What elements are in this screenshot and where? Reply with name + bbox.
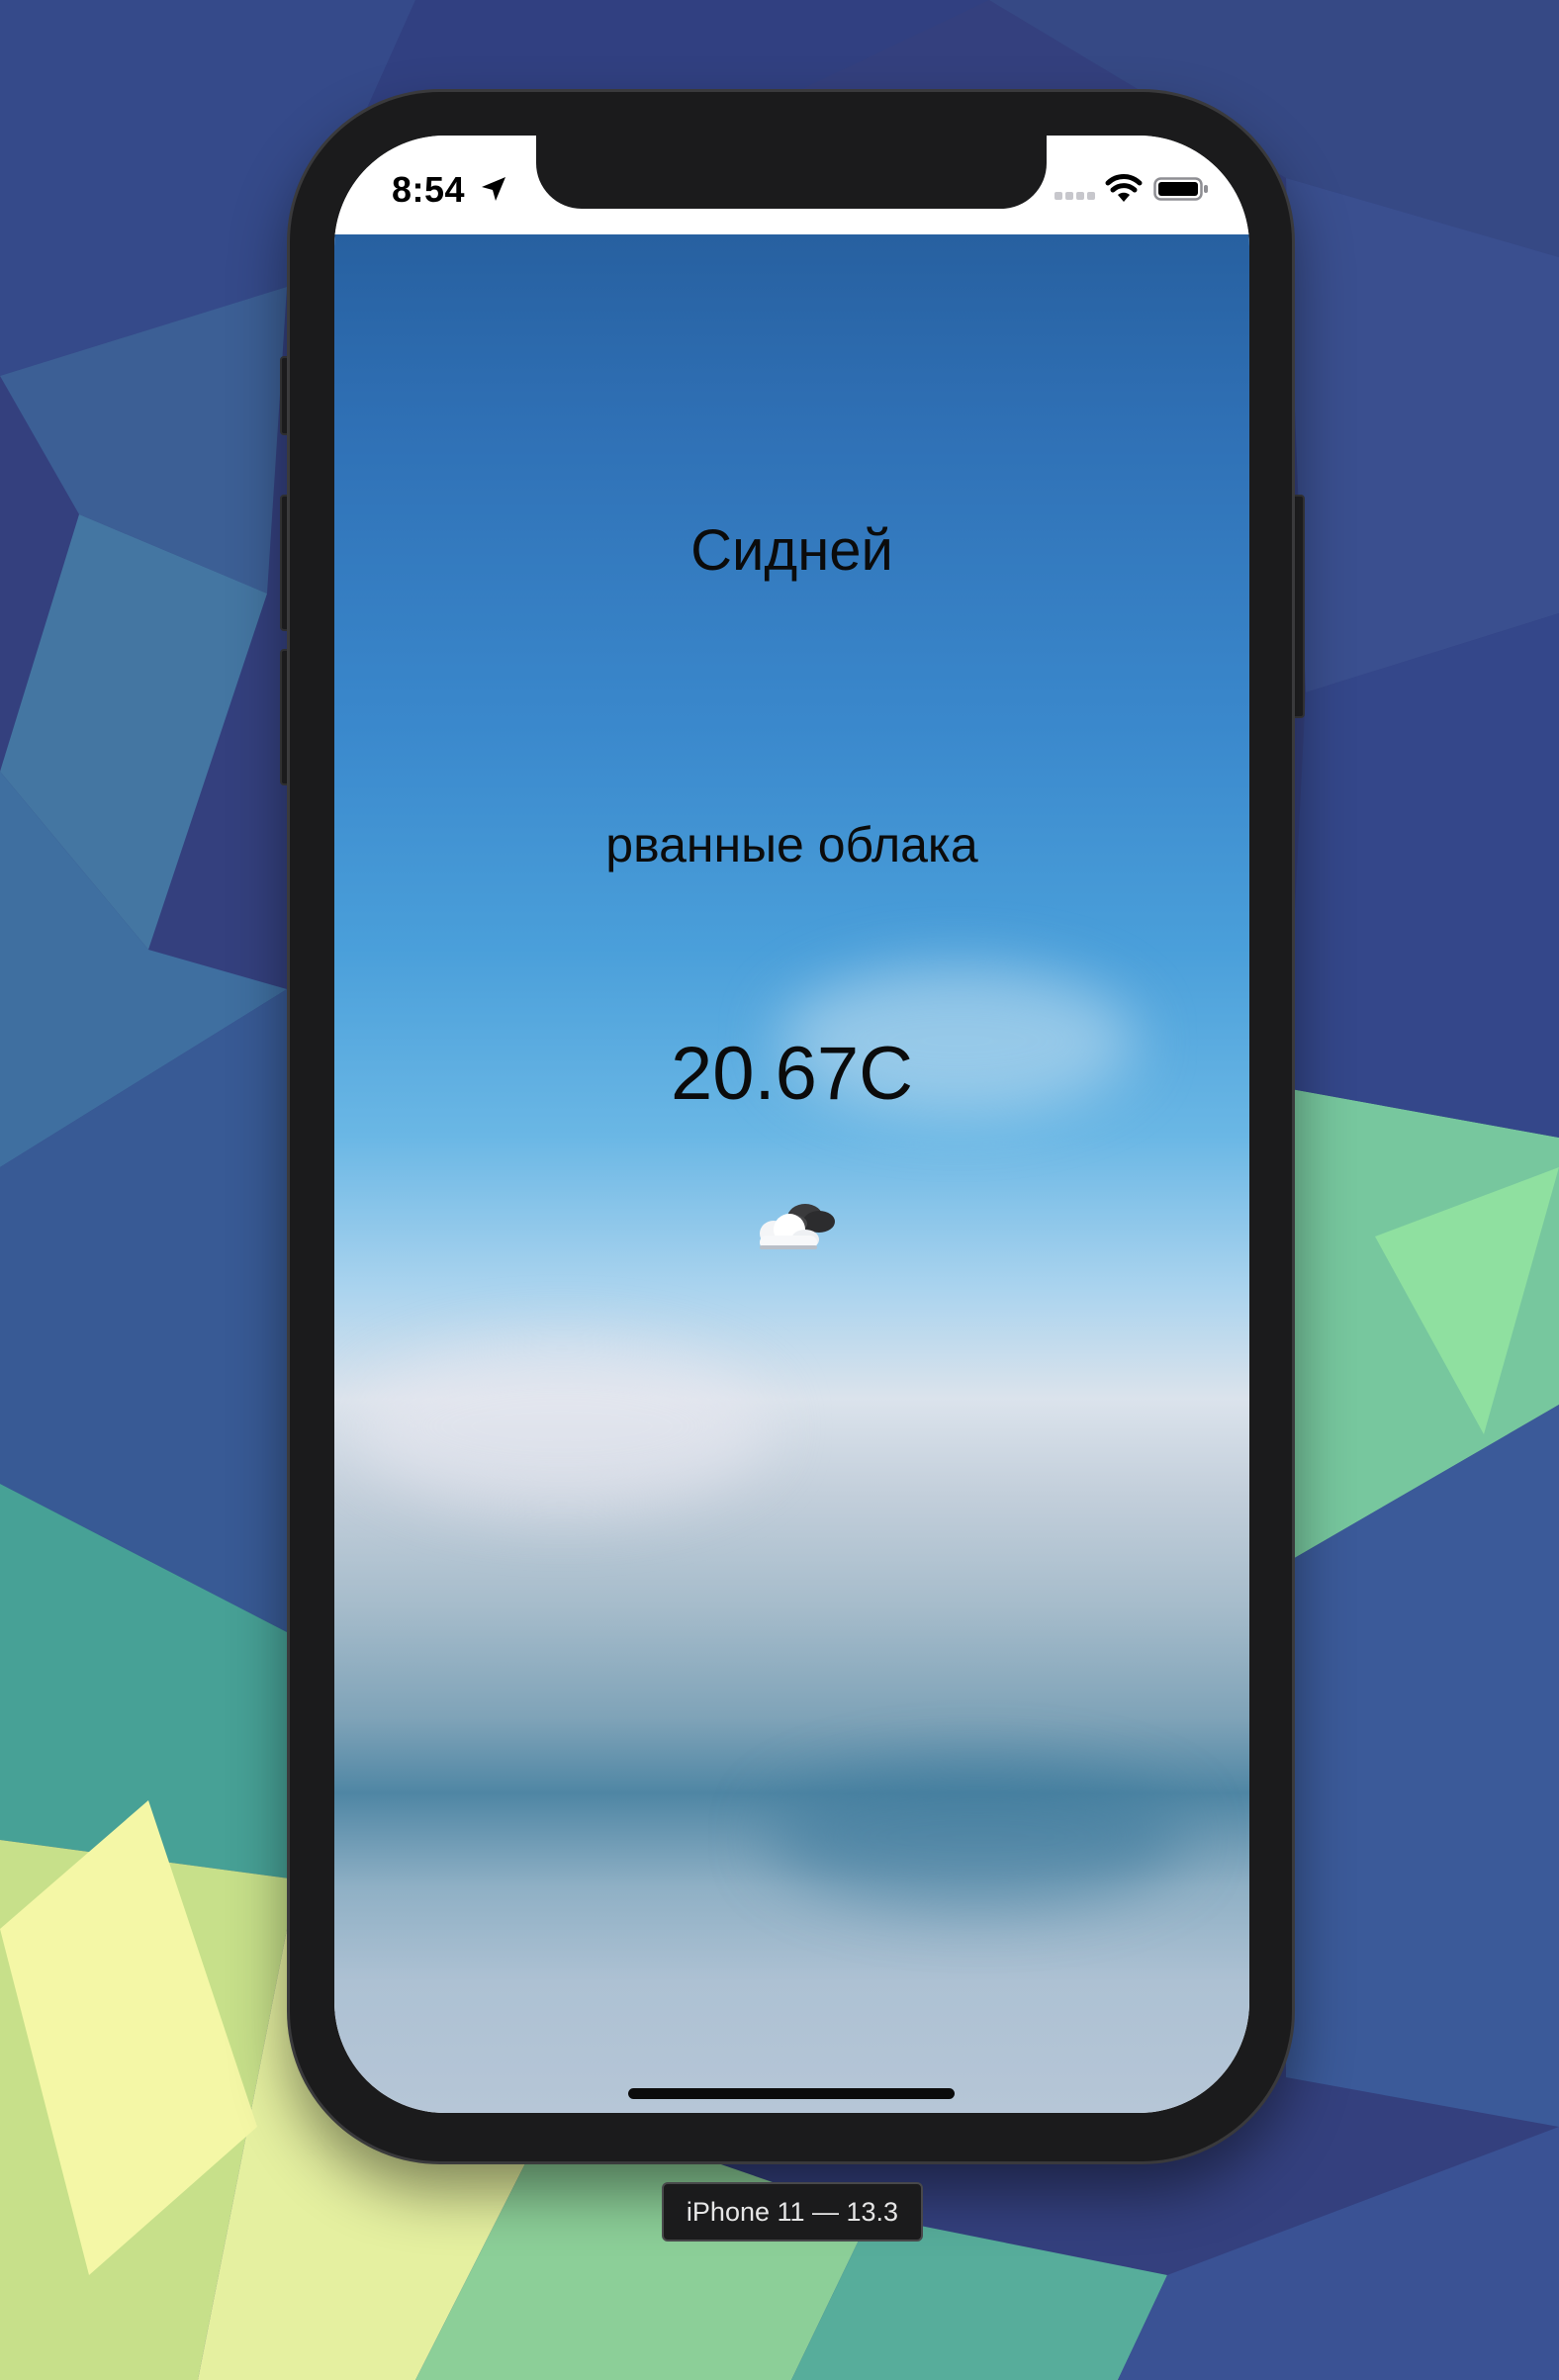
- weather-description: рванные облака: [605, 817, 978, 872]
- wifi-icon: [1105, 174, 1143, 202]
- notch: [536, 136, 1047, 209]
- desktop-wallpaper: 8:54 Сидней рванные облака 20.67C iPhone…: [0, 0, 1559, 2380]
- temperature: 20.67C: [670, 1032, 914, 1116]
- sky-background: [334, 234, 1249, 2113]
- city-name: Сидней: [690, 518, 893, 583]
- cloud-with-dark-cloud-icon: [760, 1204, 835, 1249]
- location-arrow-icon: [482, 177, 505, 201]
- cellular-signal-icon: [1055, 192, 1095, 200]
- battery-icon: [1153, 177, 1208, 201]
- status-time: 8:54: [392, 169, 466, 210]
- phone-screen: 8:54 Сидней рванные облака 20.67C: [334, 136, 1249, 2113]
- home-indicator[interactable]: [628, 2088, 955, 2099]
- simulator-device-label: iPhone 11 — 13.3: [662, 2182, 923, 2242]
